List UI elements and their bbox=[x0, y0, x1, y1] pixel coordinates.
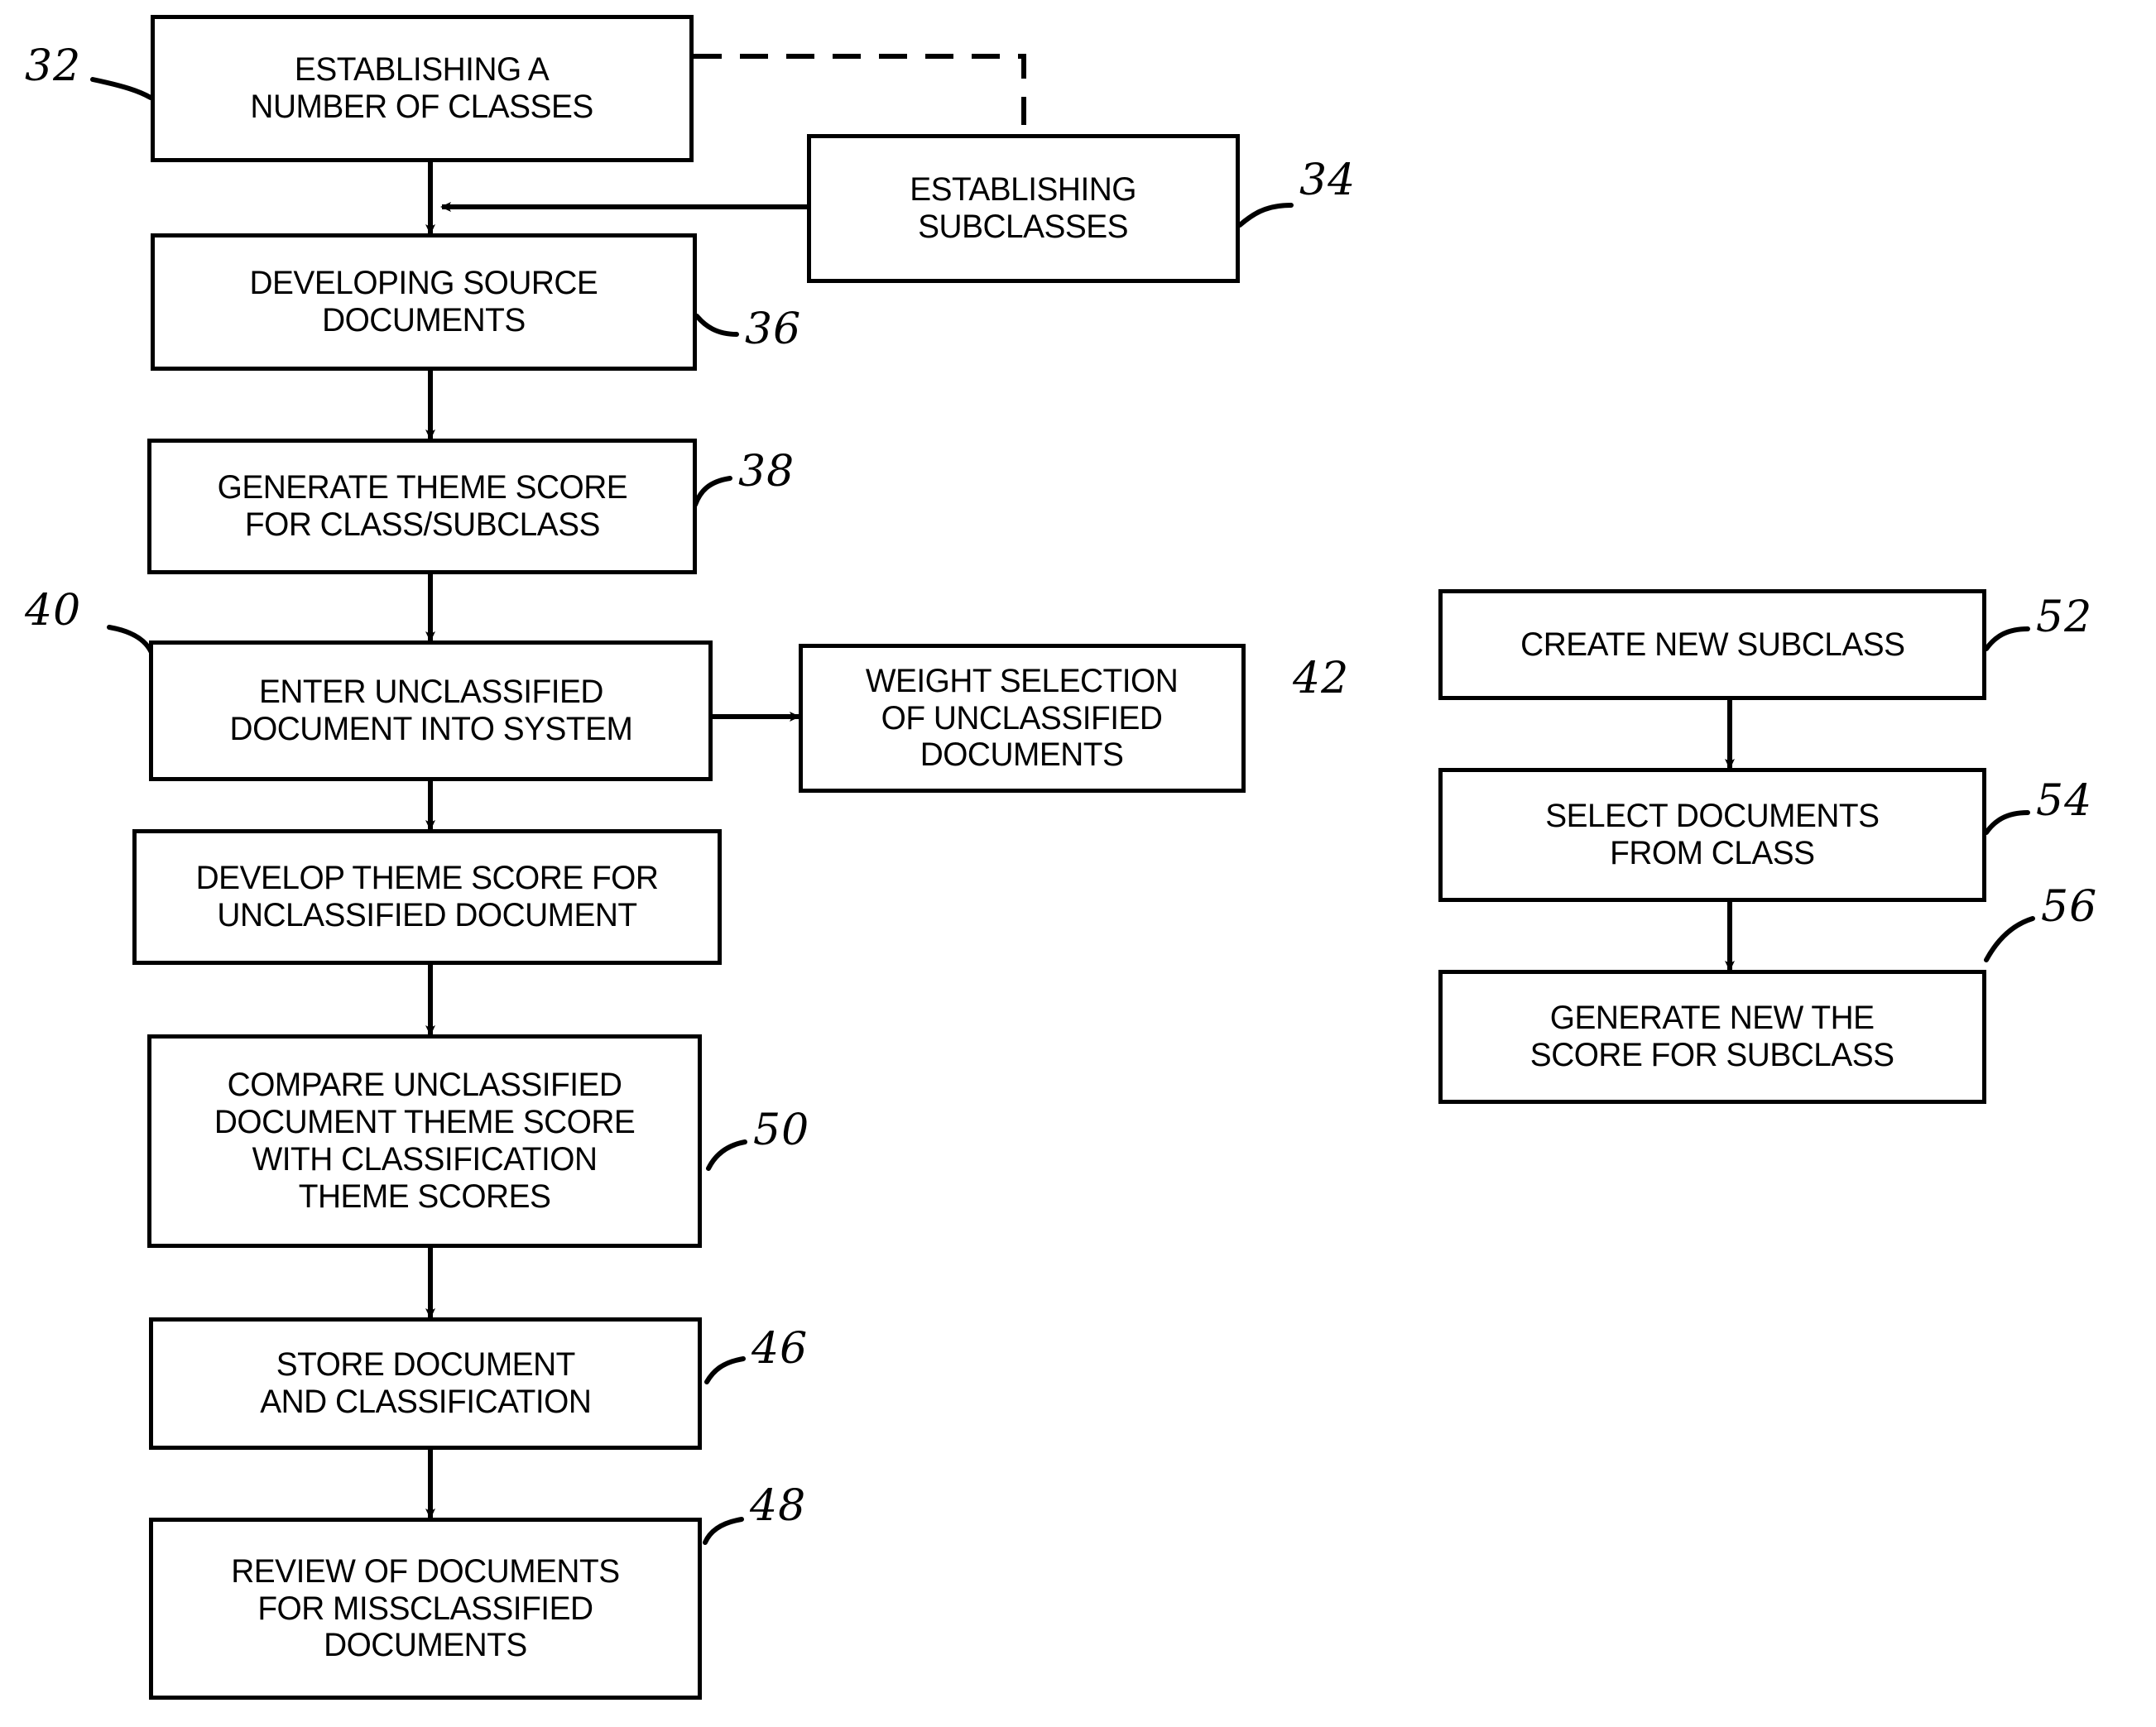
process-box-store-document[interactable]: STORE DOCUMENT AND CLASSIFICATION bbox=[149, 1317, 702, 1450]
process-box-label: WEIGHT SELECTION OF UNCLASSIFIED DOCUMEN… bbox=[866, 662, 1179, 774]
process-box-label: REVIEW OF DOCUMENTS FOR MISSCLASSIFIED D… bbox=[231, 1552, 620, 1664]
process-box-generate-theme-score[interactable]: GENERATE THEME SCORE FOR CLASS/SUBCLASS bbox=[147, 439, 697, 574]
process-box-label: ENTER UNCLASSIFIED DOCUMENT INTO SYSTEM bbox=[229, 674, 632, 747]
leader-52 bbox=[1984, 626, 2030, 651]
process-box-compare-theme-scores[interactable]: COMPARE UNCLASSIFIED DOCUMENT THEME SCOR… bbox=[147, 1034, 702, 1248]
patent-flowchart-figure: ESTABLISHING A NUMBER OF CLASSES ESTABLI… bbox=[0, 0, 2156, 1727]
process-box-weight-selection[interactable]: WEIGHT SELECTION OF UNCLASSIFIED DOCUMEN… bbox=[799, 644, 1246, 793]
process-box-establishing-subclasses[interactable]: ESTABLISHING SUBCLASSES bbox=[807, 134, 1240, 283]
process-box-generate-new-score-subclass[interactable]: GENERATE NEW THE SCORE FOR SUBCLASS bbox=[1438, 970, 1986, 1104]
process-box-create-new-subclass[interactable]: CREATE NEW SUBCLASS bbox=[1438, 589, 1986, 700]
process-box-developing-source-documents[interactable]: DEVELOPING SOURCE DOCUMENTS bbox=[151, 233, 697, 371]
leader-32 bbox=[90, 77, 153, 100]
leader-54 bbox=[1984, 810, 2030, 835]
reference-numeral-42: 42 bbox=[1293, 654, 1350, 703]
leader-36 bbox=[694, 314, 739, 337]
process-box-label: GENERATE THEME SCORE FOR CLASS/SUBCLASS bbox=[217, 469, 627, 543]
process-box-label: DEVELOPING SOURCE DOCUMENTS bbox=[249, 265, 598, 338]
process-box-review-documents[interactable]: REVIEW OF DOCUMENTS FOR MISSCLASSIFIED D… bbox=[149, 1518, 702, 1700]
process-box-label: CREATE NEW SUBCLASS bbox=[1520, 626, 1905, 663]
process-box-label: ESTABLISHING A NUMBER OF CLASSES bbox=[250, 51, 594, 125]
reference-numeral-32: 32 bbox=[25, 41, 82, 91]
process-box-develop-theme-score-unclassified[interactable]: DEVELOP THEME SCORE FOR UNCLASSIFIED DOC… bbox=[132, 829, 722, 965]
reference-numeral-50: 50 bbox=[753, 1106, 810, 1155]
reference-numeral-56: 56 bbox=[2041, 882, 2098, 932]
wire-32-to-34-dashed bbox=[694, 54, 1026, 134]
process-box-label: GENERATE NEW THE SCORE FOR SUBCLASS bbox=[1530, 1000, 1894, 1073]
process-box-establishing-classes[interactable]: ESTABLISHING A NUMBER OF CLASSES bbox=[151, 15, 694, 162]
reference-numeral-40: 40 bbox=[25, 586, 82, 636]
process-box-label: ESTABLISHING SUBCLASSES bbox=[910, 171, 1137, 245]
leader-52a bbox=[703, 1517, 744, 1545]
leader-46 bbox=[704, 1356, 746, 1384]
leader-50 bbox=[706, 1139, 747, 1171]
process-box-label: DEVELOP THEME SCORE FOR UNCLASSIFIED DOC… bbox=[195, 860, 659, 933]
reference-numeral-38: 38 bbox=[738, 447, 795, 497]
process-box-label: SELECT DOCUMENTS FROM CLASS bbox=[1545, 798, 1880, 871]
process-box-enter-unclassified-document[interactable]: ENTER UNCLASSIFIED DOCUMENT INTO SYSTEM bbox=[149, 640, 713, 781]
process-box-label: STORE DOCUMENT AND CLASSIFICATION bbox=[259, 1346, 592, 1420]
leader-56 bbox=[1984, 916, 2035, 962]
leader-40 bbox=[107, 625, 156, 663]
leader-38 bbox=[693, 476, 732, 507]
reference-numeral-46: 46 bbox=[751, 1324, 809, 1374]
process-box-select-documents-from-class[interactable]: SELECT DOCUMENTS FROM CLASS bbox=[1438, 768, 1986, 902]
reference-numeral-48: 48 bbox=[750, 1481, 807, 1531]
reference-numeral-34: 34 bbox=[1299, 156, 1357, 205]
reference-numeral-54: 54 bbox=[2036, 776, 2093, 826]
process-box-label: COMPARE UNCLASSIFIED DOCUMENT THEME SCOR… bbox=[214, 1067, 636, 1215]
reference-numeral-52: 52 bbox=[2036, 592, 2093, 642]
leader-34 bbox=[1237, 203, 1294, 228]
reference-numeral-36: 36 bbox=[745, 305, 802, 354]
